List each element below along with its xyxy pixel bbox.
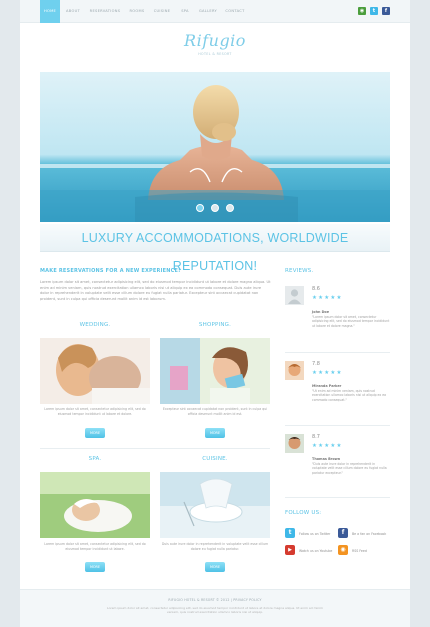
facebook-icon[interactable]: f xyxy=(382,7,390,15)
follow-link-twitter[interactable]: Follow us on Twitter xyxy=(299,532,330,536)
rss-icon[interactable]: ◉ xyxy=(338,545,348,555)
wedding-image[interactable] xyxy=(40,338,150,404)
main-title: Make reservations for a new experience! xyxy=(40,268,181,274)
more-button-shopping[interactable]: More xyxy=(205,428,225,438)
reviews-title: Reviews. xyxy=(285,268,314,274)
facebook-icon[interactable]: f xyxy=(338,528,348,538)
logo-subtitle: Hotel & Resort xyxy=(198,52,232,56)
review-score: 7.8 xyxy=(312,361,320,367)
follow-link-rss[interactable]: RSS Feed xyxy=(352,549,367,553)
nav-reservations[interactable]: Reservations xyxy=(86,0,124,23)
slider-dot[interactable] xyxy=(211,204,219,212)
feature-title-spa: Spa. xyxy=(88,456,102,462)
divider xyxy=(285,352,390,353)
spa-image[interactable] xyxy=(40,472,150,538)
reviewer-name: Thomas Brown xyxy=(312,457,341,461)
reviewer-name: John Doe xyxy=(312,310,330,314)
review-text: "Duis aute irure dolor in reprehenderit … xyxy=(312,462,387,475)
review-text: "Lorem ipsum dolor sit amet, consectetur… xyxy=(312,315,390,328)
nav-cuisine[interactable]: Cuisine xyxy=(150,0,174,23)
tagline-banner: Luxury Accommodations, Worldwide Reputat… xyxy=(40,224,390,273)
divider xyxy=(285,497,390,498)
feature-title-wedding: Wedding. xyxy=(79,322,111,328)
avatar xyxy=(285,361,304,380)
star-rating: ★★★★★ xyxy=(312,370,343,376)
nav-about[interactable]: About xyxy=(62,0,84,23)
footer-text: Lorem ipsum dolor sit amet, consectetur … xyxy=(107,606,323,615)
rss-icon[interactable]: ◉ xyxy=(358,7,366,15)
nav-spa[interactable]: Spa xyxy=(176,0,194,23)
slider-dot[interactable] xyxy=(226,204,235,212)
nav-contact[interactable]: Contact xyxy=(222,0,248,23)
divider xyxy=(285,425,390,426)
more-button-wedding[interactable]: More xyxy=(85,428,105,438)
follow-title: Follow us: xyxy=(285,510,322,516)
feature-text-wedding: Lorem ipsum dolor sit amet, consectetur … xyxy=(44,407,146,416)
footer: Rifugio Hotel & Resort © 2012 | Privacy … xyxy=(20,589,410,627)
review-score: 8.7 xyxy=(312,434,320,440)
feature-text-spa: Lorem ipsum dolor sit amet, consectetur … xyxy=(44,542,146,551)
star-rating: ★★★★★ xyxy=(312,443,343,449)
twitter-icon[interactable]: t xyxy=(370,7,378,15)
cuisine-image[interactable] xyxy=(160,472,270,538)
review-text: "Ut enim ad minim veniam, quis nostrud e… xyxy=(312,389,387,402)
follow-link-youtube[interactable]: Watch us on Youtube xyxy=(299,549,332,553)
youtube-icon[interactable]: ▶ xyxy=(285,545,295,555)
twitter-icon[interactable]: t xyxy=(285,528,295,538)
nav-home[interactable]: Home xyxy=(40,0,60,23)
avatar xyxy=(285,434,304,453)
star-rating: ★★★★★ xyxy=(312,295,343,301)
hero-slider xyxy=(40,72,390,222)
top-nav: Home About Reservations Rooms Cuisine Sp… xyxy=(20,0,410,23)
follow-link-facebook[interactable]: Be a fan on Facebook xyxy=(352,532,386,536)
feature-text-shopping: Excepteur sint occaecat cupidatat non pr… xyxy=(162,407,268,416)
feature-text-cuisine: Duis aute irure dolor in reprehenderit i… xyxy=(161,542,269,551)
more-button-cuisine[interactable]: More xyxy=(205,562,225,572)
avatar xyxy=(285,286,304,305)
footer-links[interactable]: Rifugio Hotel & Resort © 2012 | Privacy … xyxy=(20,598,410,602)
reviewer-name: Miranda Parker xyxy=(312,384,342,388)
page: Home About Reservations Rooms Cuisine Sp… xyxy=(20,0,410,627)
slider-dot[interactable] xyxy=(195,204,204,212)
shopping-image[interactable] xyxy=(160,338,270,404)
more-button-spa[interactable]: More xyxy=(85,562,105,572)
feature-title-cuisine: Cuisine. xyxy=(202,456,228,462)
logo[interactable]: Rifugio Hotel & Resort xyxy=(20,31,410,56)
divider xyxy=(40,448,270,449)
logo-title: Rifugio xyxy=(184,31,246,50)
slider-pagination xyxy=(40,197,390,216)
intro-text: Lorem ipsum dolor sit amet, consectetur … xyxy=(40,280,271,301)
feature-title-shopping: Shopping. xyxy=(198,322,232,328)
nav-gallery[interactable]: Gallery xyxy=(196,0,220,23)
review-score: 8.6 xyxy=(312,286,320,292)
nav-rooms[interactable]: Rooms xyxy=(126,0,148,23)
